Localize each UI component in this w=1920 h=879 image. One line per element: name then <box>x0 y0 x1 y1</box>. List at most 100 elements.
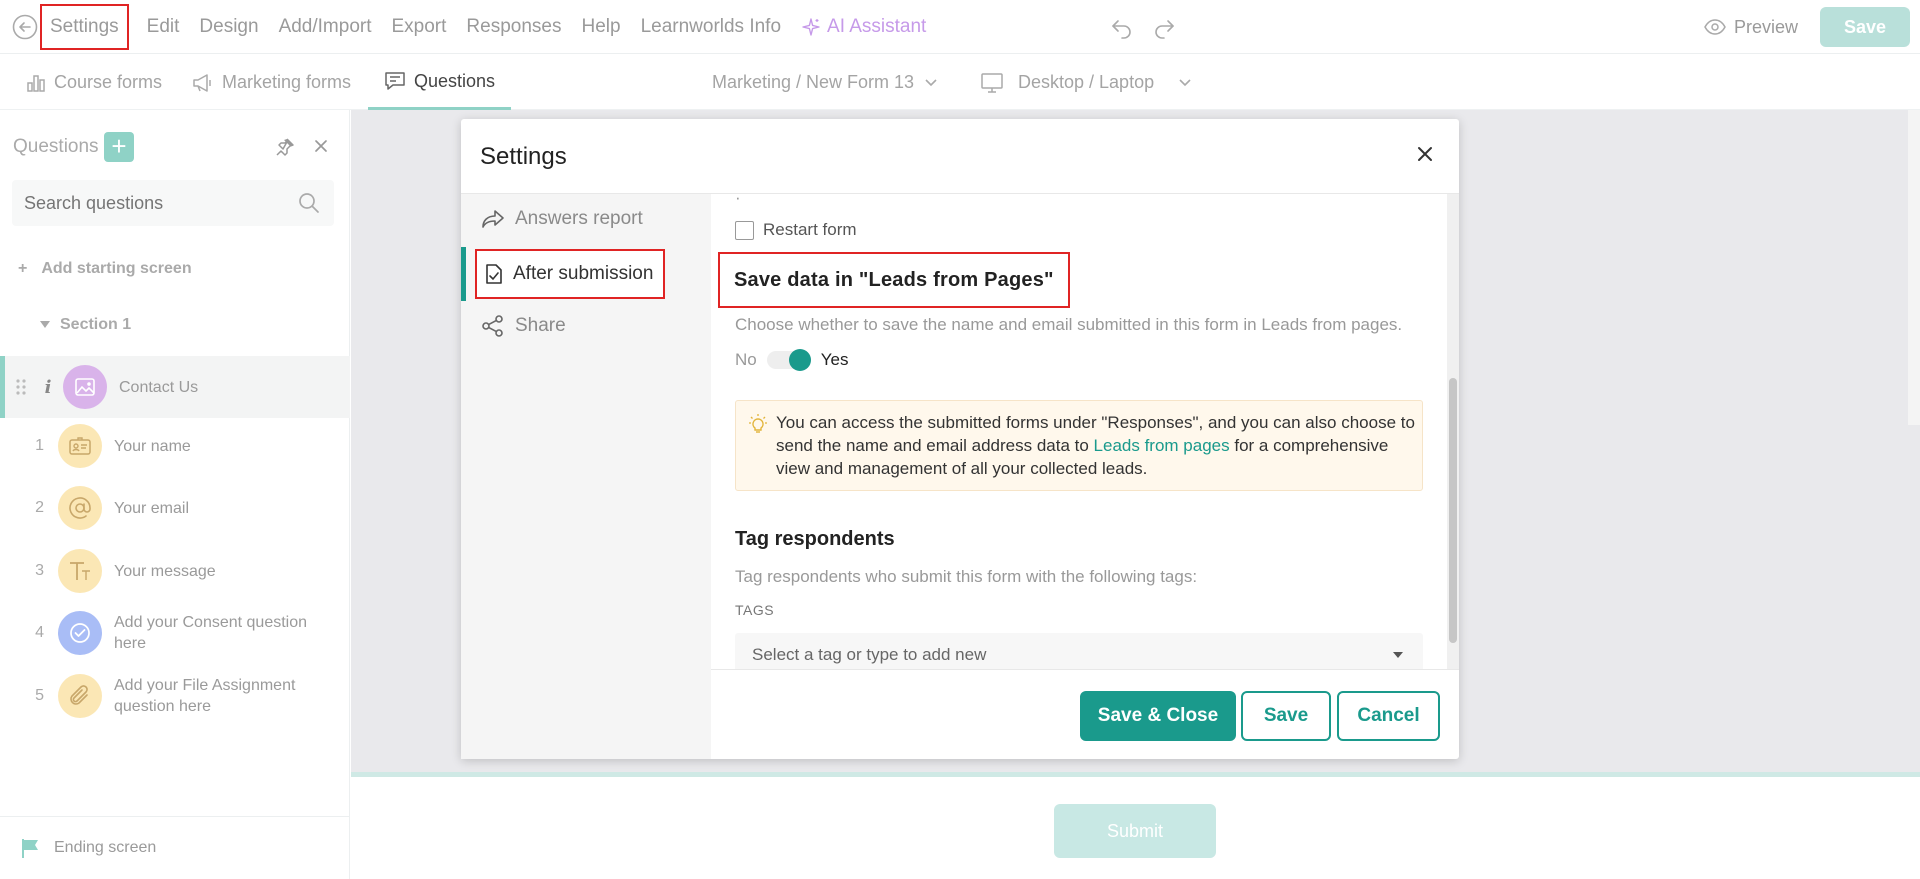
question-row-consent[interactable]: 4 Add your Consent question here <box>0 604 350 662</box>
ending-screen-item[interactable]: Ending screen <box>0 816 350 879</box>
question-label: Add your File Assignment question here <box>114 677 296 715</box>
modal-save-button[interactable]: Save <box>1241 691 1331 741</box>
add-starting-screen-label: Add starting screen <box>41 260 192 277</box>
back-arrow-icon[interactable] <box>12 14 38 40</box>
save-button[interactable]: Save <box>1820 7 1910 47</box>
search-icon[interactable] <box>298 192 320 214</box>
question-row-your-name[interactable]: 1 Your name <box>0 417 350 475</box>
top-bar: Settings Edit Design Add/Import Export R… <box>0 0 1920 54</box>
check-circle-icon <box>58 611 102 655</box>
tab-course-forms-label: Course forms <box>54 72 163 92</box>
sidebar-item-label: After submission <box>513 263 654 284</box>
restart-form-label: Restart form <box>763 220 857 239</box>
modal-title: Settings <box>480 143 567 170</box>
question-label: Contact Us <box>119 378 199 396</box>
undo-icon[interactable] <box>1110 15 1134 39</box>
modal-scrollbar[interactable] <box>1447 194 1459 669</box>
form-selector[interactable]: Marketing / New Form 13 <box>712 55 938 110</box>
question-row-contact-us[interactable]: i Contact Us <box>0 356 350 418</box>
question-label: Your message <box>114 562 216 580</box>
question-row-your-message[interactable]: 3 Your message <box>0 542 350 600</box>
pin-icon[interactable] <box>275 137 295 157</box>
device-selector[interactable]: Desktop / Laptop <box>980 55 1192 110</box>
bar-chart-icon <box>26 73 46 93</box>
section-header[interactable]: Section 1 <box>40 316 131 334</box>
menu-help[interactable]: Help <box>581 16 620 38</box>
lightbulb-icon <box>748 413 768 435</box>
tags-label: TAGS <box>735 602 775 618</box>
canvas-scrollbar[interactable] <box>1908 110 1920 425</box>
at-sign-icon <box>58 486 102 530</box>
question-label: Your email <box>114 499 190 517</box>
secondary-bar: Course forms Marketing forms Questions M… <box>0 55 1920 110</box>
menu-design[interactable]: Design <box>199 16 258 38</box>
restart-form-option[interactable]: Restart form <box>735 220 857 240</box>
save-data-heading: Save data in "Leads from Pages" <box>718 252 1070 308</box>
menu-export[interactable]: Export <box>392 16 447 38</box>
add-question-button[interactable]: + <box>104 132 134 162</box>
scrollbar-thumb[interactable] <box>1449 378 1457 643</box>
share-nodes-icon <box>481 315 505 337</box>
megaphone-icon <box>192 73 214 93</box>
paperclip-icon <box>58 674 102 718</box>
question-row-your-email[interactable]: 2 Your email <box>0 479 350 537</box>
id-card-icon <box>58 424 102 468</box>
submit-button[interactable]: Submit <box>1054 804 1216 858</box>
after-submission-highlight: After submission <box>474 249 666 299</box>
form-selector-label: Marketing / New Form 13 <box>712 72 915 92</box>
menu-settings[interactable]: Settings <box>40 4 129 50</box>
close-icon[interactable] <box>1416 145 1434 163</box>
menu-learnworlds-info[interactable]: Learnworlds Info <box>641 16 781 38</box>
question-label: Add your Consent question here <box>114 614 308 652</box>
tag-respondents-heading: Tag respondents <box>735 528 895 550</box>
question-row-file-assignment[interactable]: 5 Add your File Assignment question here <box>0 667 350 725</box>
caret-down-icon <box>1393 652 1403 658</box>
search-input[interactable] <box>12 180 272 226</box>
toggle-no-label: No <box>735 350 757 369</box>
eye-icon <box>1704 19 1726 35</box>
question-number: 2 <box>35 499 44 516</box>
chevron-down-icon <box>924 78 938 88</box>
panel-title: Questions <box>13 136 99 157</box>
restart-form-checkbox[interactable] <box>735 220 754 240</box>
menu-add-import[interactable]: Add/Import <box>279 16 372 38</box>
question-number: 3 <box>35 562 44 579</box>
save-close-button[interactable]: Save & Close <box>1080 691 1236 741</box>
tab-questions[interactable]: Questions <box>368 55 512 110</box>
redo-icon[interactable] <box>1152 15 1176 39</box>
question-number: 5 <box>35 687 44 704</box>
section-label: Section 1 <box>60 316 132 333</box>
settings-modal: Settings Answers report After submission… <box>461 119 1459 759</box>
menu-edit[interactable]: Edit <box>147 16 180 38</box>
modal-footer-divider <box>711 669 1459 670</box>
tag-select[interactable]: Select a tag or type to add new <box>735 633 1423 669</box>
modal-content: · Restart form Save data in "Leads from … <box>711 194 1459 669</box>
toggle-yes-label: Yes <box>820 350 849 369</box>
drag-handle-icon[interactable] <box>15 377 33 397</box>
save-data-toggle[interactable] <box>766 349 811 371</box>
question-number: 1 <box>35 437 44 454</box>
tab-course-forms[interactable]: Course forms <box>26 55 162 110</box>
question-number: 4 <box>35 624 44 641</box>
menu-responses[interactable]: Responses <box>466 16 561 38</box>
sidebar-item-after-submission[interactable]: After submission <box>461 247 711 301</box>
sidebar-item-answers-report[interactable]: Answers report <box>461 194 711 244</box>
preview-label: Preview <box>1734 16 1799 37</box>
ai-assistant-button[interactable]: AI Assistant <box>801 16 926 38</box>
ending-screen-label: Ending screen <box>54 839 157 856</box>
tag-respondents-description: Tag respondents who submit this form wit… <box>735 567 1198 586</box>
caret-down-icon <box>40 321 50 329</box>
sidebar-item-share[interactable]: Share <box>461 301 711 351</box>
tab-marketing-forms[interactable]: Marketing forms <box>192 55 351 110</box>
image-icon <box>63 365 107 409</box>
question-label: Your name <box>114 437 191 455</box>
flag-icon <box>20 837 42 859</box>
leads-from-pages-link[interactable]: Leads from pages <box>1094 436 1230 455</box>
tab-questions-label: Questions <box>414 70 496 91</box>
cancel-button[interactable]: Cancel <box>1337 691 1440 741</box>
add-starting-screen[interactable]: + Add starting screen <box>18 260 192 278</box>
save-data-description: Choose whether to save the name and emai… <box>735 315 1403 334</box>
sidebar-item-label: Answers report <box>515 208 643 229</box>
preview-button[interactable]: Preview <box>1704 0 1798 54</box>
close-panel-icon[interactable] <box>312 137 330 155</box>
